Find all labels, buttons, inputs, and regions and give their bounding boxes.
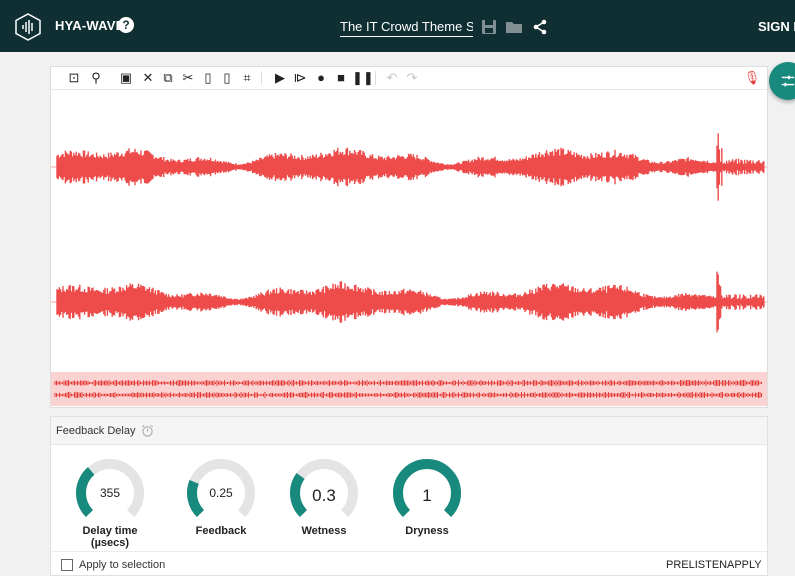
undo-icon[interactable]: ↶ [383,69,401,87]
effects-fab-button[interactable] [769,62,795,100]
alarm-clock-icon[interactable] [141,424,154,437]
editor-toolbar: ⊡ ⚲ ▣ ✕ ⧉ ✂ ▯ ▯ ⌗ ▶ ⧐ ● ■ ❚❚ ↶ ↷ 🎙 [51,67,767,90]
waveform-editor: ⊡ ⚲ ▣ ✕ ⧉ ✂ ▯ ▯ ⌗ ▶ ⧐ ● ■ ❚❚ ↶ ↷ 🎙 [50,66,768,408]
overview-channel [54,391,762,399]
copy-icon[interactable]: ⧉ [159,69,177,87]
knob-label: Feedback [195,525,247,537]
redo-icon[interactable]: ↷ [403,69,421,87]
pause-icon[interactable]: ❚❚ [352,69,374,87]
overview-channel [54,379,762,387]
effect-footer: Apply to selection PRELISTEN APPLY [51,551,767,576]
effect-panel: Feedback Delay 355 Delay time (µsecs) 0.… [50,416,768,576]
knob-value: 0.25 [209,486,233,500]
zoom-icon[interactable]: ⚲ [87,69,105,87]
knob-value: 1 [422,486,432,505]
delete-icon[interactable]: ✕ [139,69,157,87]
knob-label: Delay time (µsecs) [82,525,138,549]
share-icon[interactable] [531,18,549,36]
play-icon[interactable]: ▶ [271,69,289,87]
apply-button[interactable]: APPLY [727,559,762,571]
crop-icon[interactable]: ⌗ [238,69,256,87]
help-icon[interactable]: ? [118,17,134,33]
save-icon[interactable] [480,18,498,36]
knob-value: 0.3 [312,486,336,505]
knob-feedback[interactable]: 0.25 Feedback [176,457,266,537]
waveform-channel-right[interactable] [51,242,767,362]
record-icon[interactable]: ● [312,69,330,87]
cut-icon[interactable]: ✂ [179,69,197,87]
knob-label: Wetness [301,525,347,537]
overview-waveform [54,379,762,399]
stop-icon[interactable]: ■ [332,69,350,87]
prelisten-button[interactable]: PRELISTEN [666,559,727,571]
knob-wetness[interactable]: 0.3 Wetness [279,457,369,537]
knob-value: 355 [99,486,121,500]
top-app-bar: HYA-WAVE ? SIGN IN [0,0,795,52]
apply-to-selection-checkbox[interactable] [61,559,73,571]
apply-to-selection-label[interactable]: Apply to selection [79,559,165,571]
paste-icon[interactable]: ▯ [199,69,217,87]
app-brand: HYA-WAVE [55,18,125,33]
app-logo-icon [15,13,41,41]
toolbar-divider [261,71,262,85]
effect-header: Feedback Delay [51,417,767,445]
file-title-input[interactable] [340,16,473,37]
effect-title: Feedback Delay [56,425,136,437]
toolbar-divider [375,71,376,85]
paste-new-icon[interactable]: ▯ [218,69,236,87]
knob-dryness[interactable]: 1 Dryness [382,457,472,537]
folder-icon[interactable] [505,18,523,36]
sign-in-button[interactable]: SIGN IN [758,19,795,34]
sliders-icon [781,75,795,87]
select-all-icon[interactable]: ▣ [117,69,135,87]
waveform-channel-left[interactable] [51,107,767,227]
knob-label: Dryness [405,525,449,537]
play-selection-icon[interactable]: ⧐ [291,69,309,87]
knob-delay-time[interactable]: 355 Delay time (µsecs) [65,457,155,549]
zoom-selection-icon[interactable]: ⊡ [65,69,83,87]
microphone-icon[interactable]: 🎙 [743,69,761,87]
waveform-overview[interactable] [51,372,767,406]
